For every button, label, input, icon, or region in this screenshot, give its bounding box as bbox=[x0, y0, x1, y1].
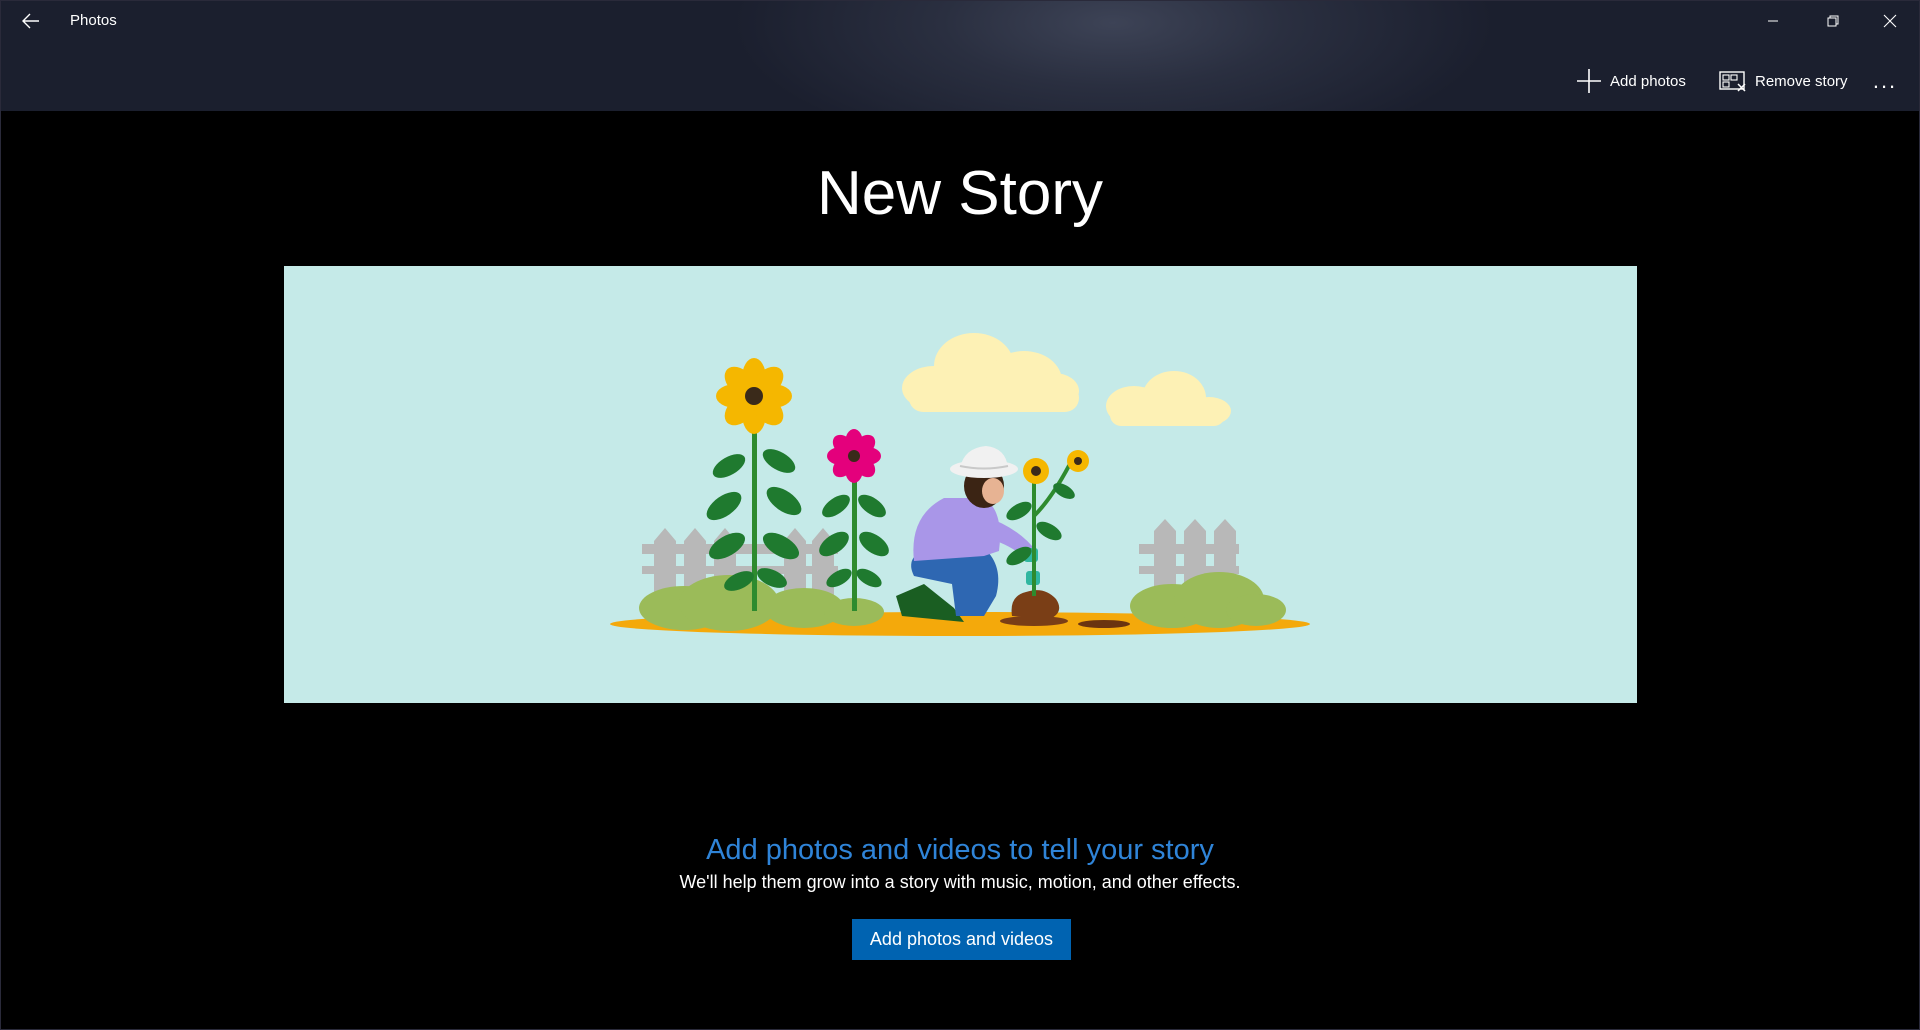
add-photos-button[interactable]: Add photos bbox=[1576, 65, 1686, 97]
back-button[interactable] bbox=[11, 7, 51, 35]
minimize-button[interactable] bbox=[1744, 1, 1802, 41]
story-title: New Story bbox=[817, 159, 1103, 228]
app-title: Photos bbox=[70, 12, 117, 29]
minimize-icon bbox=[1768, 20, 1778, 22]
story-illustration bbox=[284, 266, 1637, 703]
prompt-heading: Add photos and videos to tell your story bbox=[706, 834, 1214, 866]
more-options-icon: ... bbox=[1872, 68, 1898, 93]
remove-story-button[interactable]: Remove story bbox=[1719, 65, 1848, 97]
gardener-planting-flowers-illustration bbox=[610, 333, 1310, 636]
close-icon bbox=[1883, 14, 1897, 28]
back-arrow-icon bbox=[22, 13, 39, 29]
plus-icon bbox=[1576, 68, 1602, 94]
close-button[interactable] bbox=[1861, 1, 1919, 41]
more-options-button[interactable]: ... bbox=[1865, 65, 1905, 97]
remove-story-label: Remove story bbox=[1755, 72, 1848, 90]
title-bar: Photos Add photos Remove story ... bbox=[1, 1, 1919, 111]
add-photos-and-videos-button[interactable]: Add photos and videos bbox=[852, 919, 1071, 960]
prompt-description: We'll help them grow into a story with m… bbox=[679, 872, 1241, 892]
cloud-illustration bbox=[902, 333, 1231, 426]
restore-icon bbox=[1827, 15, 1839, 27]
remove-story-icon bbox=[1719, 70, 1747, 92]
restore-button[interactable] bbox=[1804, 1, 1862, 41]
add-photos-label: Add photos bbox=[1610, 72, 1686, 90]
photos-app-window: Photos Add photos Remove story ... New S… bbox=[0, 0, 1920, 1030]
